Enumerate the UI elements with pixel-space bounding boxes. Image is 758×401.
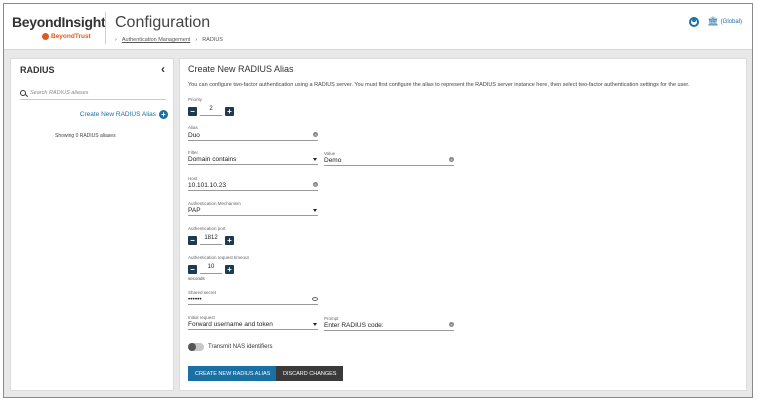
dropdown-caret-icon [313, 323, 317, 326]
clear-icon[interactable]: × [313, 182, 318, 187]
priority-stepper: − 2 + [188, 106, 234, 116]
filter-value: Domain contains [188, 156, 237, 163]
beyondtrust-logo-icon [42, 33, 49, 40]
shared-secret-value: •••••• [188, 296, 202, 303]
port-value[interactable]: 1812 [200, 235, 222, 245]
collapse-chevron-icon[interactable]: ‹ [161, 62, 165, 76]
header-actions: 🏛 (Global) [689, 16, 742, 27]
transmit-nas-toggle[interactable] [188, 343, 204, 351]
port-decrement-button[interactable]: − [188, 235, 197, 245]
search-input[interactable]: Search RADIUS aliases [20, 86, 166, 100]
search-icon [20, 89, 26, 96]
add-circle-icon: + [159, 110, 168, 119]
breadcrumb-radius: RADIUS [202, 37, 223, 43]
priority-value[interactable]: 2 [200, 106, 222, 116]
brand-sub-label: BeyondTrust [51, 33, 91, 40]
timeout-decrement-button[interactable]: − [188, 264, 197, 274]
alias-field[interactable]: Duo × [188, 129, 318, 141]
search-placeholder: Search RADIUS aliases [30, 89, 89, 96]
brand-sub: BeyondTrust [12, 33, 102, 40]
header-divider [105, 12, 106, 44]
transmit-nas-label: Transmit NAS identifiers [208, 344, 273, 350]
breadcrumb-sep: › [195, 37, 198, 43]
prompt-value: Enter RADIUS code: [324, 322, 384, 329]
organization-label: (Global) [720, 18, 742, 25]
form-description: You can configure two-factor authenticat… [188, 82, 690, 88]
auth-port-stepper: − 1812 + [188, 235, 234, 245]
create-radius-alias-button[interactable]: CREATE NEW RADIUS ALIAS [188, 366, 278, 381]
value-field[interactable]: Demo × [324, 154, 454, 166]
priority-increment-button[interactable]: + [225, 106, 234, 116]
auth-timeout-label: Authentication request timeout [188, 255, 249, 260]
timeout-value[interactable]: 10 [200, 264, 222, 274]
clear-icon[interactable]: × [449, 322, 454, 327]
create-radius-alias-link[interactable]: Create New RADIUS Alias + [80, 110, 168, 119]
organization-selector[interactable]: 🏛 (Global) [707, 16, 742, 27]
dropdown-caret-icon [313, 209, 317, 212]
priority-decrement-button[interactable]: − [188, 106, 197, 116]
user-profile-icon[interactable] [689, 16, 700, 27]
app-header: BeyondInsight BeyondTrust Configuration … [4, 4, 752, 50]
dropdown-caret-icon [313, 158, 317, 161]
priority-label: Priority [188, 97, 203, 102]
filter-select[interactable]: Domain contains [188, 153, 318, 165]
clear-icon[interactable]: × [449, 157, 454, 162]
alias-value: Duo [188, 132, 200, 139]
host-field[interactable]: 10.101.10.23 × [188, 179, 318, 191]
brand-name: BeyondInsight [12, 14, 106, 30]
organization-icon: 🏛 [707, 16, 719, 26]
create-alias-panel: Create New RADIUS Alias You can configur… [179, 58, 747, 391]
sidebar: RADIUS ‹ Search RADIUS aliases Create Ne… [10, 58, 174, 391]
host-value: 10.101.10.23 [188, 182, 226, 189]
create-radius-alias-label: Create New RADIUS Alias [79, 111, 156, 118]
form-title: Create New RADIUS Alias [188, 64, 294, 74]
alias-count: Showing 0 RADIUS aliases [55, 133, 116, 139]
brand-logo[interactable]: BeyondInsight BeyondTrust [12, 14, 106, 40]
app-window: BeyondInsight BeyondTrust Configuration … [3, 3, 753, 398]
timeout-increment-button[interactable]: + [225, 264, 234, 274]
auth-timeout-stepper: − 10 + [188, 264, 234, 274]
auth-port-label: Authentication port [188, 226, 226, 231]
port-increment-button[interactable]: + [225, 235, 234, 245]
breadcrumb-authentication-management[interactable]: Authentication Management [122, 37, 191, 43]
auth-mechanism-select[interactable]: PAP [188, 204, 318, 216]
timeout-unit: seconds [188, 276, 205, 281]
shared-secret-field[interactable]: •••••• [188, 293, 318, 305]
sidebar-title: RADIUS [20, 65, 55, 75]
breadcrumb: › Authentication Management › RADIUS [115, 37, 223, 43]
initial-request-select[interactable]: Forward username and token [188, 318, 318, 330]
discard-changes-button[interactable]: DISCARD CHANGES [276, 366, 344, 381]
page-title: Configuration [115, 14, 211, 31]
breadcrumb-sep: › [115, 37, 117, 43]
clear-icon[interactable]: × [313, 132, 318, 137]
initial-request-value: Forward username and token [188, 321, 273, 328]
show-password-eye-icon[interactable] [312, 297, 318, 301]
prompt-field[interactable]: Enter RADIUS code: × [324, 319, 454, 331]
value-text: Demo [324, 157, 342, 164]
auth-mechanism-value: PAP [188, 207, 201, 214]
